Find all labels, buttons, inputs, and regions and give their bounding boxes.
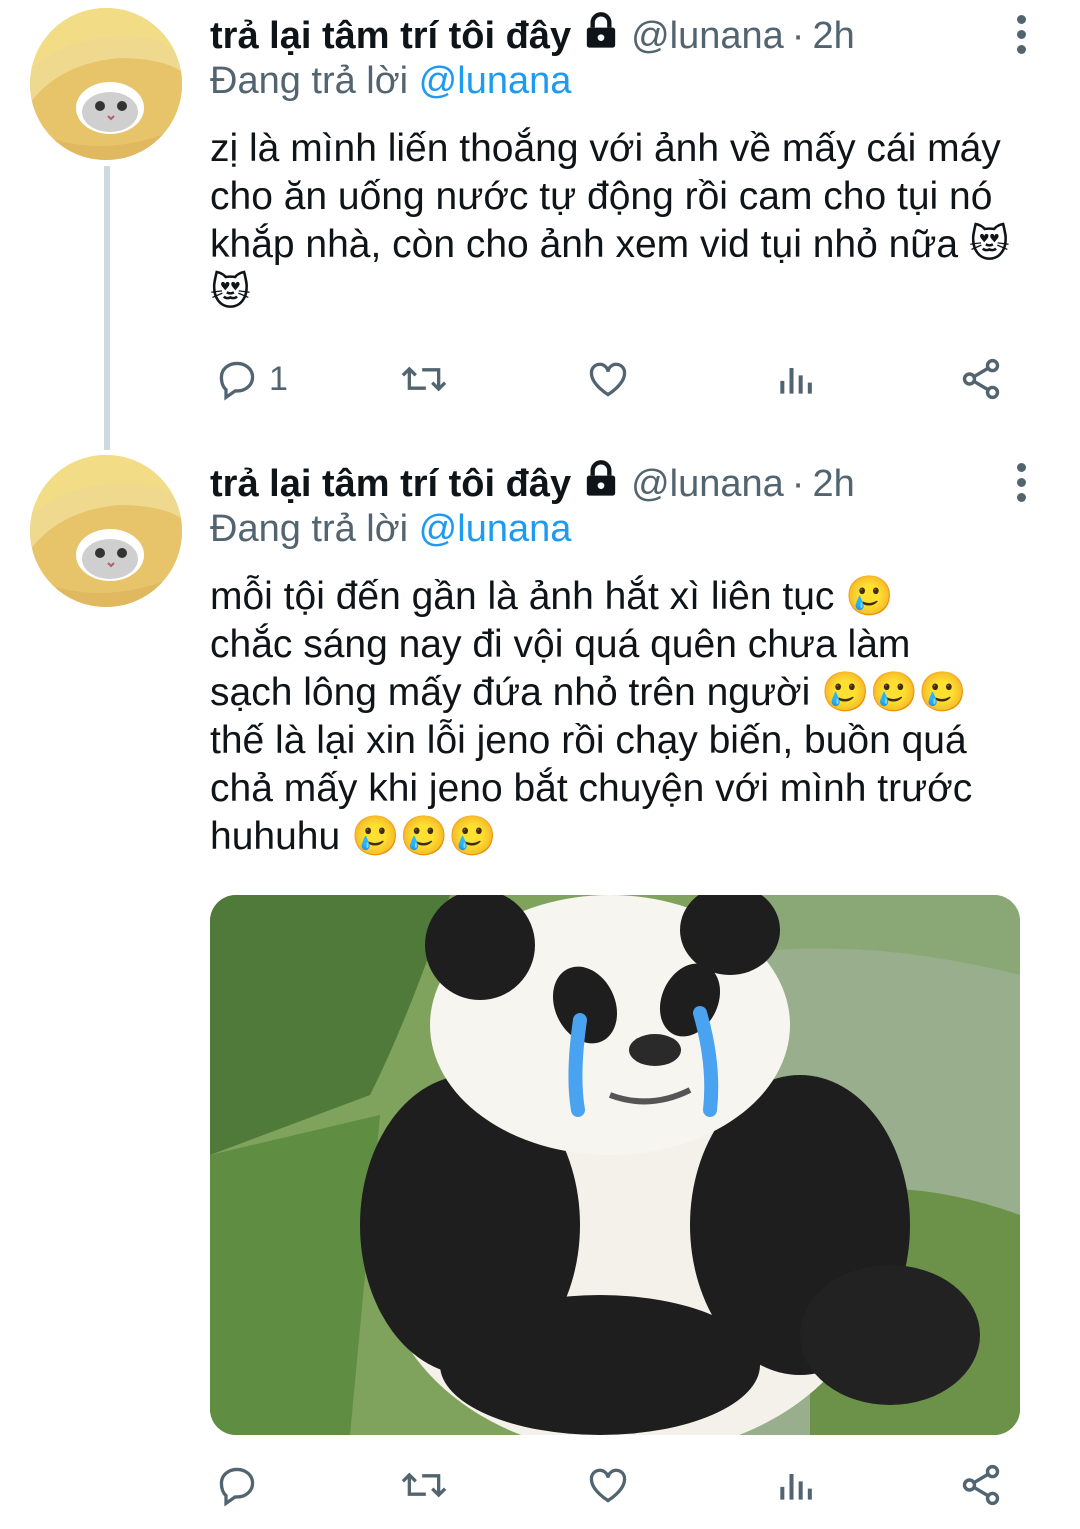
retweet-icon (400, 1463, 448, 1507)
tweet-text: mỗi tội đến gần là ảnh hắt xì liên tục 🥲… (210, 573, 1050, 861)
text-line: sạch lông mấy đứa nhỏ trên người 🥲🥲🥲 (210, 671, 967, 714)
avatar[interactable] (30, 455, 182, 607)
replying-prefix: Đang trả lời (210, 60, 409, 102)
reply-icon (215, 357, 259, 401)
text-line: mỗi tội đến gần là ảnh hắt xì liên tục 🥲 (210, 575, 894, 618)
text-line: chắc sáng nay đi vội quá quên chưa làm (210, 623, 911, 666)
tweet-text: zị là mình liến thoắng với ảnh về mấy cá… (210, 127, 1010, 314)
replying-to: Đang trả lời @lunana (210, 60, 571, 103)
text-line: thế là lại xin lỗi jeno rồi chạy biến, b… (210, 719, 967, 762)
analytics-button[interactable] (775, 1460, 819, 1510)
like-button[interactable] (585, 1460, 631, 1510)
retweet-icon (400, 357, 448, 401)
text-line: huhuhu 🥲🥲🥲 (210, 815, 497, 858)
replying-to: Đang trả lời @lunana (210, 508, 571, 551)
tweet-header: trả lại tâm trí tôi đây @lunana · 2h (210, 12, 855, 60)
share-icon (958, 1462, 1004, 1508)
avatar[interactable] (30, 8, 182, 160)
analytics-icon (775, 1463, 819, 1507)
replying-prefix: Đang trả lời (210, 508, 409, 550)
lock-icon (581, 11, 621, 61)
text-line: chả mấy khi jeno bắt chuyện với mình trư… (210, 767, 973, 810)
like-icon (585, 1463, 631, 1507)
reply-button[interactable] (215, 1460, 259, 1510)
separator: · (791, 14, 805, 57)
tweet-header: trả lại tâm trí tôi đây @lunana · 2h (210, 460, 855, 508)
reply-count: 1 (269, 359, 288, 398)
reply-icon (215, 1463, 259, 1507)
like-button[interactable] (585, 354, 631, 404)
thread-line (104, 166, 110, 450)
handle[interactable]: @lunana (631, 463, 784, 506)
action-bar (210, 1460, 1010, 1510)
tweet-1[interactable]: trả lại tâm trí tôi đây @lunana · 2h Đan… (0, 0, 1080, 450)
tweet-image-panda[interactable] (210, 895, 1020, 1435)
share-button[interactable] (958, 354, 1004, 404)
share-button[interactable] (958, 1460, 1004, 1510)
action-bar: 1 (210, 354, 1010, 404)
retweet-button[interactable] (400, 1460, 448, 1510)
retweet-button[interactable] (400, 354, 448, 404)
analytics-button[interactable] (775, 354, 819, 404)
lock-icon (581, 459, 621, 509)
share-icon (958, 356, 1004, 402)
display-name[interactable]: trả lại tâm trí tôi đây (210, 15, 571, 58)
mention-link[interactable]: @lunana (419, 60, 572, 102)
analytics-icon (775, 357, 819, 401)
timestamp[interactable]: 2h (812, 15, 854, 58)
reply-button[interactable]: 1 (215, 354, 288, 404)
more-icon[interactable] (1006, 10, 1036, 58)
separator: · (791, 462, 805, 505)
like-icon (585, 357, 631, 401)
display-name[interactable]: trả lại tâm trí tôi đây (210, 463, 571, 506)
timestamp[interactable]: 2h (812, 463, 854, 506)
more-icon[interactable] (1006, 458, 1036, 506)
tweet-2[interactable]: trả lại tâm trí tôi đây @lunana · 2h Đan… (0, 450, 1080, 1529)
handle[interactable]: @lunana (631, 15, 784, 58)
mention-link[interactable]: @lunana (419, 508, 572, 550)
